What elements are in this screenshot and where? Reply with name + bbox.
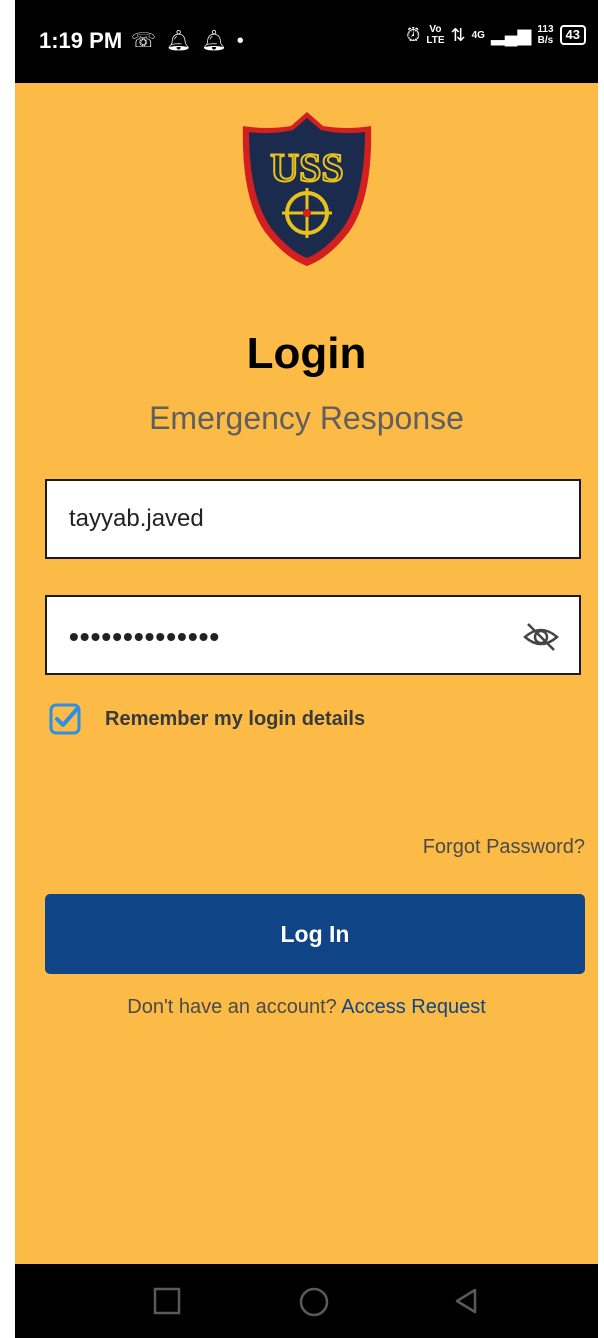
data-arrows-icon: ⇅ [450, 24, 466, 45]
whatsapp-icon: ☏ [131, 30, 167, 52]
eye-off-icon[interactable] [521, 617, 561, 657]
home-icon[interactable] [298, 1286, 330, 1318]
status-bar: 1:19 PM ☏🔔︎🔔︎• ⏰︎ Vo LTE ⇅ 4G ▂▄▆ 113 B/s … [15, 0, 598, 83]
status-right-icons: ⏰︎ Vo LTE ⇅ 4G ▂▄▆ 113 B/s 43 [406, 24, 586, 46]
status-left-icons: ☏🔔︎🔔︎• [131, 28, 254, 53]
password-input[interactable]: •••••••••••••• [69, 621, 220, 653]
back-icon[interactable] [451, 1286, 481, 1316]
password-field[interactable]: •••••••••••••• [45, 595, 581, 675]
uss-logo: USS [242, 112, 372, 266]
notification-bell-icon: 🔔︎ [166, 30, 202, 52]
volte-indicator: Vo LTE [426, 24, 445, 46]
page-subtitle: Emergency Response [149, 400, 464, 436]
recent-apps-icon[interactable] [152, 1286, 182, 1316]
network-type: 4G [471, 29, 485, 41]
login-screen: USS Login Emergency Response •••••••••••… [15, 83, 598, 1264]
login-button[interactable]: Log In [45, 894, 585, 974]
speed-indicator: 113 B/s [537, 24, 554, 46]
alarm-icon: ⏰︎ [406, 24, 421, 45]
access-request-link[interactable]: Access Request [341, 996, 486, 1018]
notification-bell-icon: 🔔︎ [201, 30, 237, 52]
remember-me-row[interactable]: Remember my login details [49, 703, 365, 735]
username-input[interactable] [47, 481, 509, 557]
signup-prompt: Don't have an account? Access Request [15, 996, 598, 1019]
forgot-password-link[interactable]: Forgot Password? [423, 836, 585, 859]
page-title: Login [246, 329, 367, 378]
signal-icon: ▂▄▆ [490, 24, 532, 45]
remember-checkbox[interactable] [49, 703, 81, 735]
username-field[interactable] [45, 479, 581, 559]
battery-icon: 43 [559, 25, 586, 45]
status-time: 1:19 PM [39, 28, 123, 53]
remember-label: Remember my login details [105, 707, 366, 730]
logo-text: USS [270, 145, 343, 190]
dot-icon: • [236, 30, 254, 52]
navigation-bar [15, 1264, 598, 1338]
signup-prompt-text: Don't have an account? [127, 996, 342, 1018]
